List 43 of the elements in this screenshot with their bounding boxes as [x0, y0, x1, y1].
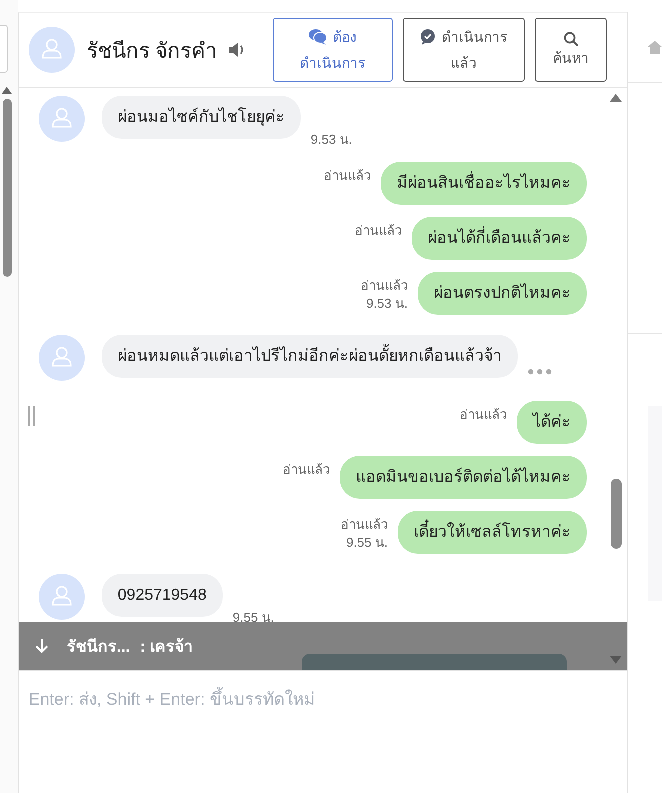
message-time: 9.53 น. — [366, 295, 408, 313]
scroll-up-icon[interactable] — [610, 94, 622, 102]
check-bubble-icon — [420, 29, 436, 45]
speaker-icon[interactable] — [228, 42, 246, 58]
new-message-bar[interactable]: รัชนีกร... : เครจ้า — [18, 622, 627, 670]
message-time: 9.53 น. — [310, 131, 352, 149]
search-button[interactable]: ค้นหา — [535, 18, 607, 82]
read-receipt: อ่านแล้ว — [324, 167, 371, 185]
scroll-down-icon[interactable] — [610, 656, 622, 664]
avatar — [38, 574, 85, 620]
message-bubble: 0925719548 — [102, 574, 223, 617]
sender-name: รัชนีกร... — [66, 637, 130, 658]
message-bubble: ได้ค่ะ — [517, 401, 587, 444]
chat-bubbles-icon — [309, 29, 327, 45]
avatar — [38, 335, 85, 381]
more-icon[interactable] — [528, 369, 552, 375]
home-icon[interactable] — [648, 40, 662, 54]
message-time: 9.55 น. — [346, 534, 388, 552]
pending-button[interactable]: ต้อง ดำเนินการ — [273, 18, 393, 82]
read-receipt: อ่านแล้ว — [355, 222, 402, 240]
contact-name: รัชนีกร จักรคำ — [86, 38, 218, 64]
scroll-up-icon[interactable] — [2, 87, 12, 94]
scroll-thumb[interactable] — [610, 479, 622, 549]
done-button[interactable]: ดำเนินการ แล้ว — [403, 18, 525, 82]
read-receipt: อ่านแล้ว — [283, 461, 330, 479]
drag-handle-icon[interactable] — [28, 406, 36, 426]
message-bubble: แอดมินขอเบอร์ติดต่อได้ไหมคะ — [340, 456, 587, 499]
read-receipt: อ่านแล้ว — [341, 516, 388, 534]
message-bubble: เดี๋ยวให้เซลล์โทรหาค่ะ — [398, 511, 587, 554]
message-preview: : เครจ้า — [140, 637, 194, 658]
scrollbar[interactable] — [609, 94, 623, 664]
avatar — [28, 27, 75, 73]
down-arrow-icon — [34, 638, 49, 654]
message-bubble: ผ่อนได้กี่เดือนแล้วคะ — [412, 217, 587, 260]
search-icon — [564, 32, 578, 46]
read-receipt: อ่านแล้ว — [460, 406, 507, 424]
scrollbar[interactable] — [0, 87, 14, 277]
message-bubble: ผ่อนมอไซค์กับไชโยยุค่ะ — [102, 96, 301, 139]
message-bubble: มีผ่อนสินเชื่ออะไรไหมคะ — [381, 162, 587, 205]
message-bubble: ผ่อนหมดแล้วแต่เอาไปรีไกม่อีกค่ะผ่อนดั้ยหกเดือนแล้วจ้า — [102, 335, 518, 378]
message-bubble: ผ่อนตรงปกติไหมคะ — [418, 272, 587, 315]
read-receipt: อ่านแล้ว — [361, 277, 408, 295]
avatar — [38, 96, 85, 142]
